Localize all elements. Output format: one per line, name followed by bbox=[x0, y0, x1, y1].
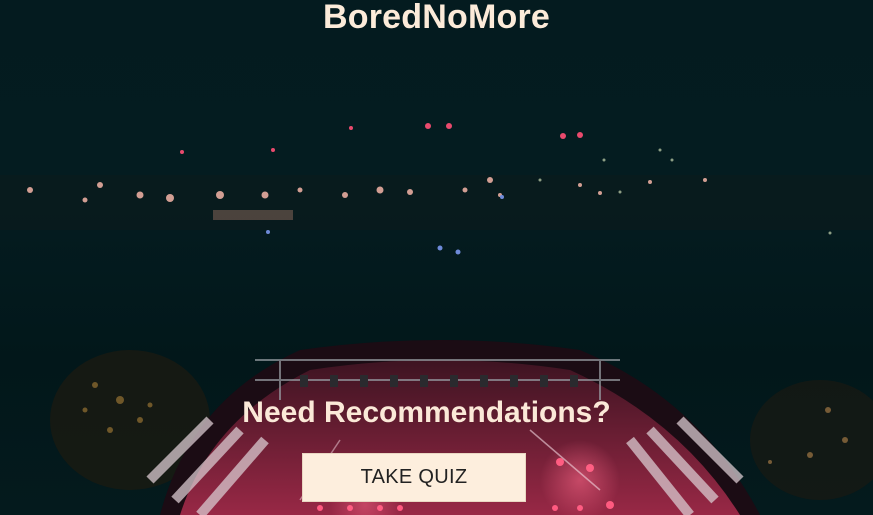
take-quiz-button[interactable]: TAKE QUIZ bbox=[302, 453, 526, 502]
hero-subtitle: Need Recommendations? bbox=[242, 396, 611, 429]
hero-section: BoredNoMore Need Recommendations? TAKE Q… bbox=[0, 0, 873, 515]
site-title: BoredNoMore bbox=[323, 0, 550, 36]
hero-background-image bbox=[0, 0, 873, 515]
